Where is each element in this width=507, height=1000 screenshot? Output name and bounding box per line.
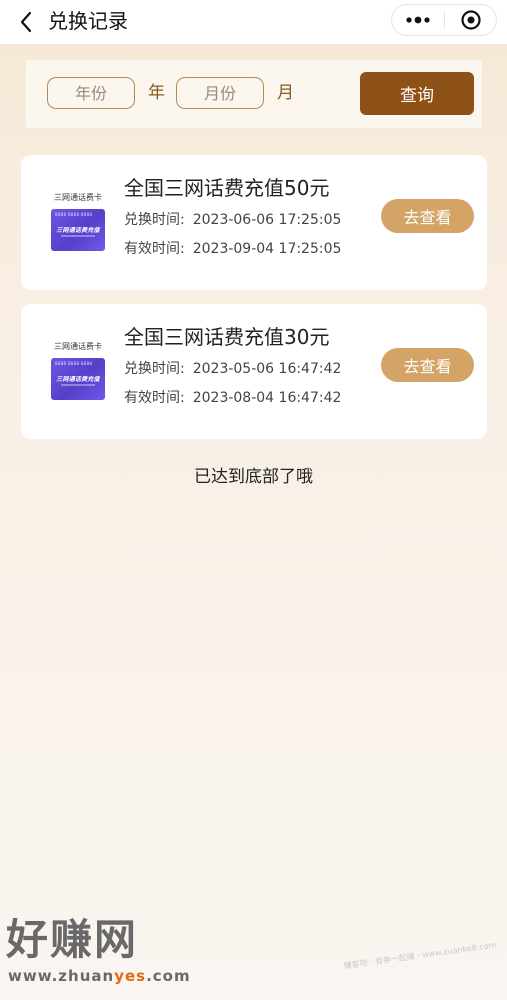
view-button[interactable]: 去查看 [381, 199, 474, 233]
thumbnail-decoration [61, 235, 95, 237]
exchange-time-value: 2023-06-06 17:25:05 [192, 212, 342, 228]
thumbnail-title: 三网通话费充值 [56, 376, 100, 383]
mini-program-capsule [391, 4, 497, 36]
more-dots-icon [406, 16, 430, 24]
valid-time-label: 有效时间: [124, 390, 185, 406]
phone-card-thumbnail: 三网通话费卡 8888 8888 8888 三网通话费充值 [49, 193, 107, 255]
end-of-list-text: 已达到底部了哦 [194, 467, 313, 487]
month-unit-label: 月 [277, 83, 294, 103]
page-title: 兑换记录 [48, 9, 128, 33]
exchange-time-row: 兑换时间: 2023-05-06 16:47:42 [124, 359, 341, 379]
year-unit-label: 年 [148, 83, 165, 103]
exchange-time-value: 2023-05-06 16:47:42 [192, 361, 342, 377]
back-button[interactable] [12, 8, 40, 36]
record-name: 全国三网话费充值50元 [124, 176, 330, 200]
faint-watermark: 赚客吧 · 有券一起赚 · www.zuanke8.com [343, 940, 497, 971]
target-circle-icon [460, 10, 481, 30]
query-button[interactable]: 查询 [360, 72, 474, 115]
phone-card-thumbnail: 三网通话费卡 8888 8888 8888 三网通话费充值 [49, 342, 107, 404]
thumbnail-label: 三网通话费卡 [54, 193, 102, 202]
phone-card-image: 8888 8888 8888 三网通话费充值 [51, 209, 105, 251]
thumbnail-decoration [61, 384, 95, 386]
watermark-logo-text: 好赚网 [6, 915, 139, 964]
thumbnail-number: 8888 8888 8888 [55, 361, 93, 366]
exchange-time-label: 兑换时间: [124, 212, 185, 228]
chevron-left-icon [20, 11, 32, 33]
year-input[interactable] [47, 77, 135, 109]
record-name: 全国三网话费充值30元 [124, 325, 330, 349]
valid-time-row: 有效时间: 2023-09-04 17:25:05 [124, 239, 341, 259]
valid-time-value: 2023-09-04 17:25:05 [192, 241, 342, 257]
site-watermark-logo: 好赚网 www.zhuanyes.com [6, 915, 206, 995]
exchange-time-label: 兑换时间: [124, 361, 185, 377]
month-input[interactable] [176, 77, 264, 109]
valid-time-value: 2023-08-04 16:47:42 [192, 390, 342, 406]
thumbnail-label: 三网通话费卡 [54, 342, 102, 351]
phone-card-image: 8888 8888 8888 三网通话费充值 [51, 358, 105, 400]
thumbnail-number: 8888 8888 8888 [55, 212, 93, 217]
nav-bar: 兑换记录 [0, 0, 507, 44]
record-card: 三网通话费卡 8888 8888 8888 三网通话费充值 全国三网话费充值30… [21, 304, 487, 439]
view-button[interactable]: 去查看 [381, 348, 474, 382]
watermark-url-highlight: yes [114, 967, 147, 985]
valid-time-row: 有效时间: 2023-08-04 16:47:42 [124, 388, 341, 408]
watermark-url: www.zhuanyes.com [8, 967, 191, 985]
filter-panel: 年 月 查询 [26, 60, 482, 128]
thumbnail-title: 三网通话费充值 [56, 227, 100, 234]
watermark-url-prefix: www.zhuan [8, 967, 115, 985]
watermark-url-suffix: .com [146, 967, 191, 985]
record-card: 三网通话费卡 8888 8888 8888 三网通话费充值 全国三网话费充值50… [21, 155, 487, 290]
exchange-time-row: 兑换时间: 2023-06-06 17:25:05 [124, 210, 341, 230]
more-button[interactable] [392, 5, 444, 35]
close-button[interactable] [445, 5, 496, 35]
valid-time-label: 有效时间: [124, 241, 185, 257]
